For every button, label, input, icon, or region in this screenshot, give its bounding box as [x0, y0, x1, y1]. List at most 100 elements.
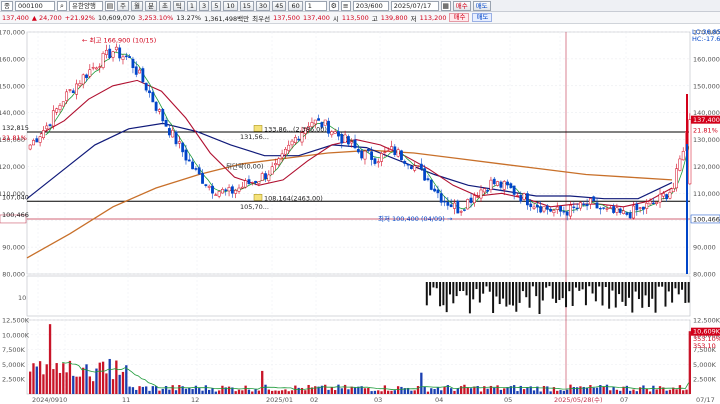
interval-60[interactable]: 60	[288, 0, 303, 11]
right-price-label: 137,400	[693, 116, 720, 124]
candle-body	[575, 207, 579, 210]
volume-bar	[562, 390, 566, 394]
volume-bar	[532, 390, 536, 394]
stock-chart[interactable]: 10 170,000 170,000160,000 160,000150,000 15…	[0, 24, 720, 404]
candle-body	[559, 206, 562, 212]
quote-buy-button[interactable]: 매수	[449, 13, 470, 22]
volume-bar	[450, 388, 453, 394]
candle	[61, 101, 65, 107]
quote-sell-button[interactable]: 매도	[472, 13, 493, 22]
period-week[interactable]: 주	[116, 0, 129, 11]
y-tick-right: 90,000	[693, 244, 716, 252]
x-tick-label: 05	[504, 396, 512, 404]
candle-body	[658, 193, 662, 203]
candle-body	[403, 160, 407, 164]
volume-tick-left: 5,000K	[2, 361, 26, 369]
left-level-label: 107,040	[2, 193, 29, 201]
candle-body	[330, 131, 334, 136]
interval-30[interactable]: 30	[255, 0, 271, 11]
volume-bar	[158, 390, 161, 394]
interval-45[interactable]: 45	[272, 0, 287, 11]
volume-bar	[98, 362, 101, 394]
x-tick-label: 11	[122, 396, 130, 404]
volume-bar	[410, 390, 413, 394]
settings-icon[interactable]: ⚙	[328, 0, 339, 11]
candle-body	[264, 173, 267, 179]
candle-body	[227, 187, 231, 192]
candle-body	[297, 138, 301, 141]
volume-bar	[251, 391, 254, 394]
volume-bar	[75, 376, 78, 394]
volume-bar	[658, 386, 662, 394]
candle-body	[214, 194, 218, 196]
candle-body	[443, 201, 446, 203]
chart-annotation: 최저 100,400 (04/09) →	[378, 214, 453, 223]
candle-count[interactable]: 203/600	[352, 0, 389, 11]
calendar-icon[interactable]: ▦	[440, 0, 451, 11]
candle-body	[416, 165, 420, 167]
candle-body	[529, 203, 533, 208]
candle-body	[380, 153, 383, 162]
candle-body	[254, 180, 257, 183]
volume-bar	[479, 391, 483, 394]
candle-body	[519, 194, 523, 202]
volume-bar	[261, 370, 264, 394]
volume-bar	[85, 364, 88, 394]
candle-body	[350, 141, 354, 144]
candle-body	[164, 120, 168, 127]
candle-body	[55, 108, 59, 113]
left-level-label: 132,815	[2, 124, 29, 132]
period-minute[interactable]: 분	[144, 0, 157, 11]
volume-bar	[300, 387, 304, 394]
volume-bar	[217, 390, 221, 394]
candle-body	[78, 83, 82, 87]
interval-input[interactable]: 1	[304, 0, 327, 11]
candle-body	[648, 201, 652, 205]
volume-bar	[668, 389, 672, 394]
candle-body	[595, 202, 599, 209]
volume-bar	[204, 385, 208, 394]
candle	[456, 199, 460, 214]
candle-body	[572, 206, 576, 208]
volume-bar	[440, 390, 443, 394]
period-tick[interactable]: 틱	[172, 0, 185, 11]
candle-body	[370, 151, 374, 160]
volume-bar	[377, 390, 380, 394]
chart-type-icon[interactable]: ▤	[104, 0, 115, 11]
volume-bar	[121, 371, 125, 394]
volume-bar	[128, 386, 131, 394]
volume-bar	[62, 363, 65, 394]
volume-ratio: 3,253.10%	[138, 13, 174, 22]
interval-10[interactable]: 10	[223, 0, 238, 11]
volume-bar	[343, 384, 347, 394]
candle-body	[449, 204, 453, 208]
market-mode[interactable]: 종	[1, 0, 13, 11]
candle-body	[585, 204, 589, 207]
buy-button[interactable]: 매수	[452, 0, 471, 11]
date-input[interactable]: 2025/07/17	[390, 0, 439, 11]
right-price-label: 100,466	[693, 215, 720, 223]
sell-button[interactable]: 매도	[472, 0, 491, 11]
indicator-icon[interactable]: ≡	[340, 0, 351, 11]
interval-3[interactable]: 3	[199, 0, 210, 11]
volume-bar	[141, 386, 145, 394]
candle-body	[579, 202, 582, 209]
volume-bar	[52, 369, 55, 394]
period-month[interactable]: 월	[130, 0, 143, 11]
interval-1[interactable]: 1	[186, 0, 198, 11]
candle-body	[681, 151, 685, 161]
interval-15[interactable]: 15	[239, 0, 254, 11]
volume-bar	[333, 390, 337, 394]
search-icon[interactable]: ⌕	[56, 0, 67, 11]
volume-bar	[648, 391, 652, 394]
chart-annotation: 133,86...(2,386.00)	[264, 125, 327, 133]
candle-body	[429, 179, 433, 190]
period-second[interactable]: 초	[158, 0, 171, 11]
interval-5[interactable]: 5	[211, 0, 222, 11]
candle	[400, 149, 403, 161]
volume-tick-right: 5,000K	[693, 361, 717, 369]
volume-bar	[443, 386, 446, 394]
candle-body	[234, 190, 238, 194]
x-tick-label: 04	[435, 396, 443, 404]
stock-code-input[interactable]: 000100	[14, 0, 55, 11]
